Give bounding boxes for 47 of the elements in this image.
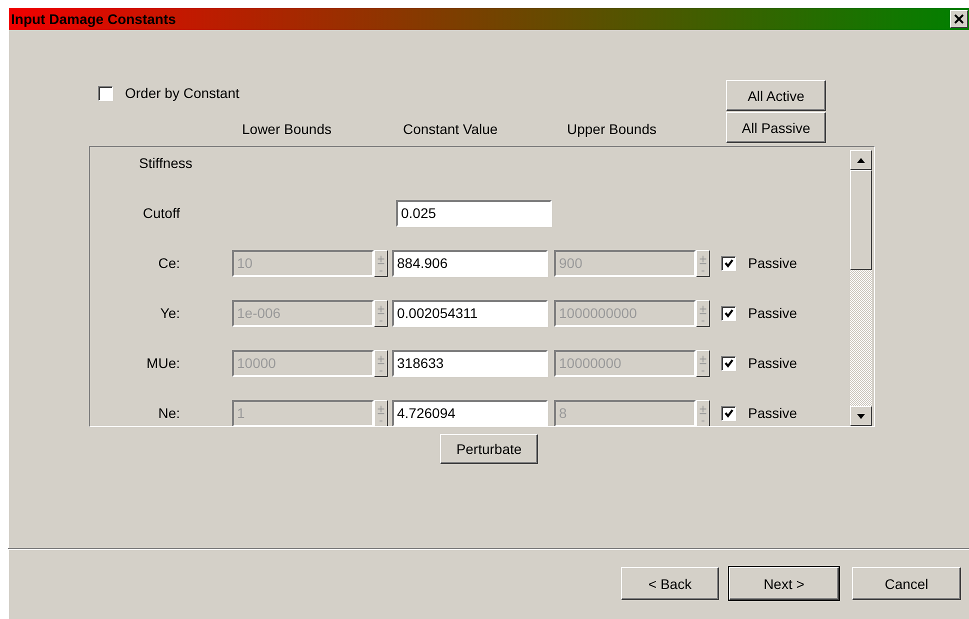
checkbox[interactable] xyxy=(721,406,736,420)
input-field[interactable]: 4.726094 xyxy=(392,400,548,426)
checkbox[interactable] xyxy=(98,86,113,100)
checkbox-label: Passive xyxy=(748,405,798,421)
field-label: Ne: xyxy=(157,405,181,421)
input-field[interactable]: 0.025 xyxy=(396,200,552,226)
scroll-up-button[interactable] xyxy=(850,150,872,170)
down-arrow-icon xyxy=(857,414,865,418)
spin-buttons[interactable] xyxy=(696,300,710,326)
window-title: Input Damage Constants xyxy=(10,11,176,27)
mode-button[interactable]: All Passive xyxy=(726,112,826,143)
wizard-button[interactable]: Cancel xyxy=(852,567,961,600)
up-arrow-icon xyxy=(857,158,865,162)
field-label: MUe: xyxy=(146,355,181,371)
perturbate-button[interactable]: Perturbate xyxy=(440,434,538,464)
close-icon xyxy=(954,14,964,24)
spin-buttons[interactable] xyxy=(374,250,388,276)
column-header: Constant Value xyxy=(403,121,498,137)
checkbox[interactable] xyxy=(721,306,736,320)
input-field[interactable]: 318633 xyxy=(392,350,548,376)
scroll-thumb[interactable] xyxy=(850,170,872,270)
input-field[interactable]: 0.002054311 xyxy=(392,300,548,326)
checkbox[interactable] xyxy=(721,256,736,270)
field-label: Ye: xyxy=(159,305,181,321)
mode-button[interactable]: All Active xyxy=(726,80,826,111)
wizard-button[interactable]: Next > xyxy=(729,567,839,600)
spin-buttons[interactable] xyxy=(374,300,388,326)
checkbox-label: Order by Constant xyxy=(125,85,240,101)
spin-buttons[interactable] xyxy=(696,250,710,276)
field-label: Ce: xyxy=(157,255,181,271)
spin-buttons[interactable] xyxy=(696,400,710,426)
column-header: Upper Bounds xyxy=(567,121,657,137)
checkbox-label: Passive xyxy=(748,355,798,371)
spin-buttons[interactable] xyxy=(696,350,710,376)
group-label: Stiffness xyxy=(139,155,194,173)
close-button[interactable] xyxy=(950,10,968,28)
column-header: Lower Bounds xyxy=(242,121,332,137)
wizard-button[interactable]: < Back xyxy=(621,567,719,600)
checkbox-label: Passive xyxy=(748,305,798,321)
field-label: Cutoff xyxy=(142,205,181,221)
scroll-down-button[interactable] xyxy=(850,406,872,426)
spin-buttons[interactable] xyxy=(374,350,388,376)
input-field[interactable]: 884.906 xyxy=(392,250,548,276)
checkbox-label: Passive xyxy=(748,255,798,271)
spin-buttons[interactable] xyxy=(374,400,388,426)
scrollbar[interactable] xyxy=(850,147,872,426)
checkbox[interactable] xyxy=(721,356,736,370)
